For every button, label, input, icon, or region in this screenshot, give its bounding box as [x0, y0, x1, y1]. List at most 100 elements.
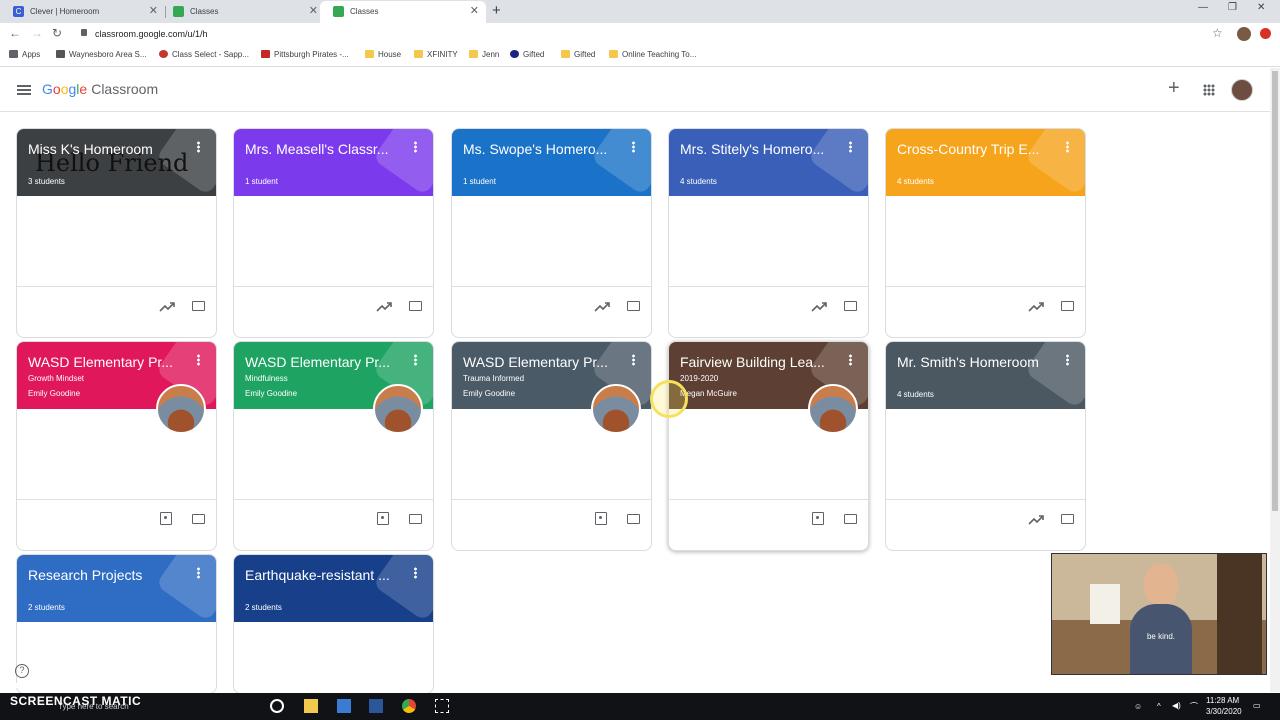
close-window-icon[interactable]: ✕ — [1257, 2, 1265, 13]
more-options-icon[interactable] — [414, 567, 417, 579]
class-card[interactable]: Research Projects 2 students — [16, 554, 217, 694]
class-card[interactable]: Mrs. Stitely's Homero... 4 students — [668, 128, 869, 338]
class-card[interactable]: WASD Elementary Pr... Trauma Informed Emil… — [451, 341, 652, 551]
class-card-header[interactable]: Cross-Country Trip E... 4 students — [886, 129, 1085, 196]
class-name[interactable]: WASD Elementary Pr... — [463, 354, 623, 370]
class-name[interactable]: WASD Elementary Pr... — [245, 354, 405, 370]
google-apps-icon[interactable] — [1203, 84, 1215, 96]
your-work-icon[interactable] — [377, 512, 389, 525]
bookmark-waynesboro[interactable]: Waynesboro Area S... — [56, 50, 147, 59]
class-card-header[interactable]: Mr. Smith's Homeroom 4 students — [886, 342, 1085, 409]
store-icon[interactable] — [337, 699, 351, 713]
trending-up-icon[interactable] — [376, 301, 392, 313]
bookmark-online-teaching[interactable]: Online Teaching To... — [609, 50, 696, 59]
class-name[interactable]: Cross-Country Trip E... — [897, 141, 1057, 157]
folder-icon[interactable] — [1061, 514, 1074, 524]
clock-date[interactable]: 3/30/2020 — [1206, 707, 1242, 716]
more-options-icon[interactable] — [414, 141, 417, 153]
volume-icon[interactable]: ◀) — [1172, 701, 1181, 710]
folder-icon[interactable] — [844, 301, 857, 311]
bookmark-star-icon[interactable]: ☆ — [1212, 26, 1223, 40]
browser-tab-classes-1[interactable]: Classes ✕ — [160, 1, 325, 23]
class-name[interactable]: Mrs. Stitely's Homero... — [680, 141, 840, 157]
class-name[interactable]: Ms. Swope's Homero... — [463, 141, 623, 157]
forward-icon[interactable]: → — [31, 26, 43, 40]
trending-up-icon[interactable] — [1028, 301, 1044, 313]
account-avatar[interactable] — [1231, 79, 1253, 101]
file-explorer-icon[interactable] — [304, 699, 318, 713]
more-options-icon[interactable] — [197, 354, 200, 366]
word-icon[interactable] — [369, 699, 383, 713]
class-card-header[interactable]: Research Projects 2 students — [17, 555, 216, 622]
more-options-icon[interactable] — [197, 567, 200, 579]
chrome-icon[interactable] — [402, 699, 416, 713]
network-icon[interactable]: ⌒ — [1190, 701, 1198, 712]
your-work-icon[interactable] — [160, 512, 172, 525]
more-options-icon[interactable] — [1066, 354, 1069, 366]
back-icon[interactable]: ← — [9, 26, 21, 40]
trending-up-icon[interactable] — [594, 301, 610, 313]
folder-icon[interactable] — [1061, 301, 1074, 311]
minimize-icon[interactable]: — — [1198, 2, 1208, 13]
class-name[interactable]: WASD Elementary Pr... — [28, 354, 188, 370]
close-tab-icon[interactable]: ✕ — [149, 1, 158, 22]
class-card[interactable]: Hello Friend Miss K's Homeroom 3 students — [16, 128, 217, 338]
url-field[interactable]: classroom.google.com/u/1/h — [78, 25, 1228, 43]
action-center-icon[interactable]: ▭ — [1253, 701, 1261, 710]
more-options-icon[interactable] — [197, 141, 200, 153]
bookmark-gifted-1[interactable]: Gifted — [510, 50, 544, 59]
class-card-header[interactable]: Ms. Swope's Homero... 1 student — [452, 129, 651, 196]
class-card-header[interactable]: Earthquake-resistant ... 2 students — [234, 555, 433, 622]
bookmark-jenn[interactable]: Jenn — [469, 50, 499, 59]
browser-tab-classes-2[interactable]: Classes ✕ — [320, 1, 486, 23]
class-card-header[interactable]: Mrs. Stitely's Homero... 4 students — [669, 129, 868, 196]
class-card[interactable]: WASD Elementary Pr... Mindfulness Emily Go… — [233, 341, 434, 551]
clock-time[interactable]: 11:28 AM — [1206, 696, 1239, 705]
close-tab-icon[interactable]: ✕ — [470, 1, 479, 22]
class-name[interactable]: Earthquake-resistant ... — [245, 567, 405, 583]
trending-up-icon[interactable] — [811, 301, 827, 313]
class-card[interactable]: Ms. Swope's Homero... 1 student — [451, 128, 652, 338]
new-tab-icon[interactable]: + — [492, 2, 501, 19]
folder-icon[interactable] — [192, 301, 205, 311]
create-join-class-icon[interactable]: + — [1168, 77, 1180, 100]
tray-chevron-icon[interactable]: ^ — [1157, 702, 1161, 711]
more-options-icon[interactable] — [849, 354, 852, 366]
snip-tool-icon[interactable] — [435, 699, 449, 713]
class-card-header[interactable]: Mrs. Measell's Classr... 1 student — [234, 129, 433, 196]
google-classroom-logo[interactable]: Google Classroom — [42, 81, 158, 97]
your-work-icon[interactable] — [812, 512, 824, 525]
folder-icon[interactable] — [409, 514, 422, 524]
help-icon[interactable]: ? — [15, 664, 29, 678]
folder-icon[interactable] — [844, 514, 857, 524]
class-card[interactable]: Mrs. Measell's Classr... 1 student — [233, 128, 434, 338]
browser-tab-clever[interactable]: C Clever | Homeroom ✕ — [0, 1, 166, 23]
bookmark-apps[interactable]: Apps — [9, 50, 40, 59]
bookmark-xfinity[interactable]: XFINITY — [414, 50, 458, 59]
page-scrollbar[interactable] — [1270, 68, 1280, 692]
bookmark-pirates[interactable]: Pittsburgh Pirates -... — [261, 50, 349, 59]
more-options-icon[interactable] — [849, 141, 852, 153]
bookmark-class-select[interactable]: Class Select - Sapp... — [159, 50, 249, 59]
extension-icon[interactable] — [1260, 28, 1271, 39]
class-name[interactable]: Research Projects — [28, 567, 188, 583]
class-card[interactable]: Mr. Smith's Homeroom 4 students — [885, 341, 1086, 551]
main-menu-icon[interactable] — [17, 85, 31, 95]
more-options-icon[interactable] — [414, 354, 417, 366]
profile-avatar-icon[interactable] — [1237, 27, 1251, 41]
your-work-icon[interactable] — [595, 512, 607, 525]
restore-icon[interactable]: ❐ — [1228, 2, 1237, 13]
people-icon[interactable]: ☺ — [1134, 702, 1142, 711]
class-card[interactable]: Cross-Country Trip E... 4 students — [885, 128, 1086, 338]
scrollbar-thumb[interactable] — [1272, 71, 1278, 511]
bookmark-gifted-2[interactable]: Gifted — [561, 50, 595, 59]
folder-icon[interactable] — [409, 301, 422, 311]
class-name[interactable]: Miss K's Homeroom — [28, 141, 188, 157]
folder-icon[interactable] — [627, 514, 640, 524]
class-card[interactable]: Fairview Building Lea... 2019-2020 Megan M… — [668, 341, 869, 551]
cortana-icon[interactable] — [270, 699, 284, 713]
class-name[interactable]: Mrs. Measell's Classr... — [245, 141, 405, 157]
more-options-icon[interactable] — [632, 354, 635, 366]
more-options-icon[interactable] — [632, 141, 635, 153]
class-card[interactable]: WASD Elementary Pr... Growth Mindset Emily… — [16, 341, 217, 551]
